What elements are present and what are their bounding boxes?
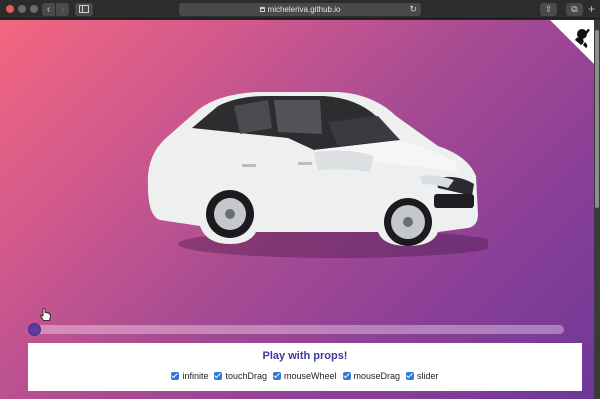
- car-image: [147, 92, 488, 258]
- back-button[interactable]: ‹: [42, 3, 55, 16]
- minimize-window-button[interactable]: [18, 5, 26, 13]
- share-button[interactable]: ⇪: [540, 3, 557, 16]
- mousewheel-checkbox[interactable]: [272, 372, 281, 380]
- option-infinite[interactable]: infinite: [171, 371, 208, 381]
- option-label: mouseWheel: [283, 371, 337, 381]
- mousedrag-checkbox[interactable]: [342, 372, 351, 380]
- option-touchdrag[interactable]: touchDrag: [214, 371, 267, 381]
- option-label: infinite: [182, 371, 209, 381]
- browser-toolbar: ‹ › micheleriva.github.io ↻ ⇪ ⧉ +: [0, 0, 600, 19]
- slider-handle[interactable]: [28, 323, 41, 336]
- hand-cursor-icon: [40, 308, 51, 321]
- option-label: slider: [417, 371, 439, 381]
- forward-button[interactable]: ›: [56, 3, 69, 16]
- close-window-button[interactable]: [6, 5, 14, 13]
- option-label: touchDrag: [225, 371, 267, 381]
- slider-checkbox[interactable]: [406, 372, 415, 380]
- props-panel: Play with props! infinite touchDrag mous…: [28, 343, 582, 391]
- props-title: Play with props!: [262, 350, 348, 362]
- reload-icon[interactable]: ↻: [409, 3, 417, 16]
- page-content: Play with props! infinite touchDrag mous…: [0, 20, 594, 399]
- carousel-slider[interactable]: [28, 323, 564, 336]
- lock-icon: [259, 7, 265, 12]
- new-tab-button[interactable]: +: [588, 2, 595, 16]
- option-mousedrag[interactable]: mouseDrag: [342, 371, 401, 381]
- option-mousewheel[interactable]: mouseWheel: [272, 371, 337, 381]
- sidebar-toggle-icon[interactable]: [75, 3, 93, 16]
- url-text: micheleriva.github.io: [267, 5, 341, 14]
- touchdrag-checkbox[interactable]: [214, 372, 223, 380]
- infinite-checkbox[interactable]: [171, 372, 180, 380]
- github-corner-icon[interactable]: [550, 20, 594, 64]
- tab-overview-button[interactable]: ⧉: [566, 3, 583, 16]
- props-options: infinite touchDrag mouseWheel mouseDrag …: [28, 371, 582, 381]
- scrollbar-thumb[interactable]: [595, 30, 599, 208]
- zoom-window-button[interactable]: [30, 5, 38, 13]
- address-bar[interactable]: micheleriva.github.io ↻: [179, 3, 421, 16]
- option-slider[interactable]: slider: [406, 371, 439, 381]
- option-label: mouseDrag: [353, 371, 401, 381]
